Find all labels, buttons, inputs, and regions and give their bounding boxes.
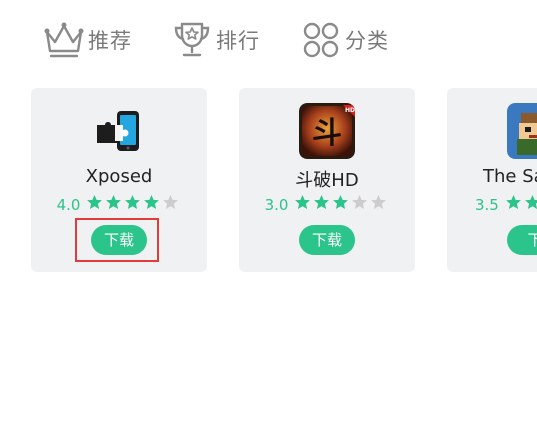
nav-rank[interactable]: 排行 — [170, 14, 260, 66]
star-empty-icon — [351, 194, 368, 211]
star-empty-icon — [370, 194, 387, 211]
rating-score: 3.5 — [475, 195, 499, 214]
star-filled-icon — [86, 194, 103, 211]
app-rating: 3.5 — [475, 194, 537, 215]
app-card-list: Xposed 4.0 下载 斗 HD 斗破HD 3.0 下载 The S 3.5… — [0, 88, 537, 272]
trophy-icon — [170, 18, 214, 62]
download-button[interactable]: 下载 — [299, 225, 355, 255]
star-empty-icon — [162, 194, 179, 211]
app-rating: 4.0 — [31, 194, 207, 215]
app-card[interactable]: Xposed 4.0 下载 — [31, 88, 207, 272]
crown-icon — [42, 18, 86, 62]
rating-score: 3.0 — [264, 195, 289, 214]
app-card[interactable]: The Sa 3.5 下 — [447, 88, 537, 272]
star-filled-icon — [313, 194, 330, 211]
app-name: The Sa — [483, 166, 537, 187]
rating-stars — [505, 194, 537, 215]
svg-text:斗: 斗 — [312, 116, 342, 151]
rating-score: 4.0 — [56, 195, 81, 214]
star-filled-icon — [332, 194, 349, 211]
star-filled-icon — [505, 194, 522, 211]
category-grid-icon — [299, 18, 343, 62]
star-filled-icon — [124, 194, 141, 211]
doupo-game-icon: 斗 HD — [299, 103, 355, 159]
nav-category-label: 分类 — [345, 29, 389, 53]
svg-text:HD: HD — [345, 107, 355, 114]
app-rating: 3.0 — [239, 194, 415, 215]
download-button[interactable]: 下 — [507, 225, 537, 255]
star-filled-icon — [294, 194, 311, 211]
rating-stars — [294, 194, 389, 215]
nav-recommend-label: 推荐 — [88, 29, 132, 53]
app-store-screen: 推荐 排行 分类 Xposed 4.0 下载 斗 HD 斗破HD 3.0 下载 … — [0, 0, 537, 435]
nav-recommend[interactable]: 推荐 — [42, 14, 132, 66]
star-filled-icon — [143, 194, 160, 211]
download-button[interactable]: 下载 — [91, 225, 147, 255]
star-filled-icon — [105, 194, 122, 211]
app-card[interactable]: 斗 HD 斗破HD 3.0 下载 — [239, 88, 415, 272]
xposed-puzzle-icon — [91, 103, 147, 159]
app-name: Xposed — [85, 166, 153, 187]
top-nav: 推荐 排行 分类 — [0, 14, 537, 66]
pixel-game-icon — [507, 103, 537, 159]
rating-stars — [86, 194, 181, 215]
nav-rank-label: 排行 — [216, 29, 260, 53]
app-name: 斗破HD — [295, 170, 359, 191]
star-filled-icon — [524, 194, 537, 211]
nav-category[interactable]: 分类 — [299, 14, 389, 66]
